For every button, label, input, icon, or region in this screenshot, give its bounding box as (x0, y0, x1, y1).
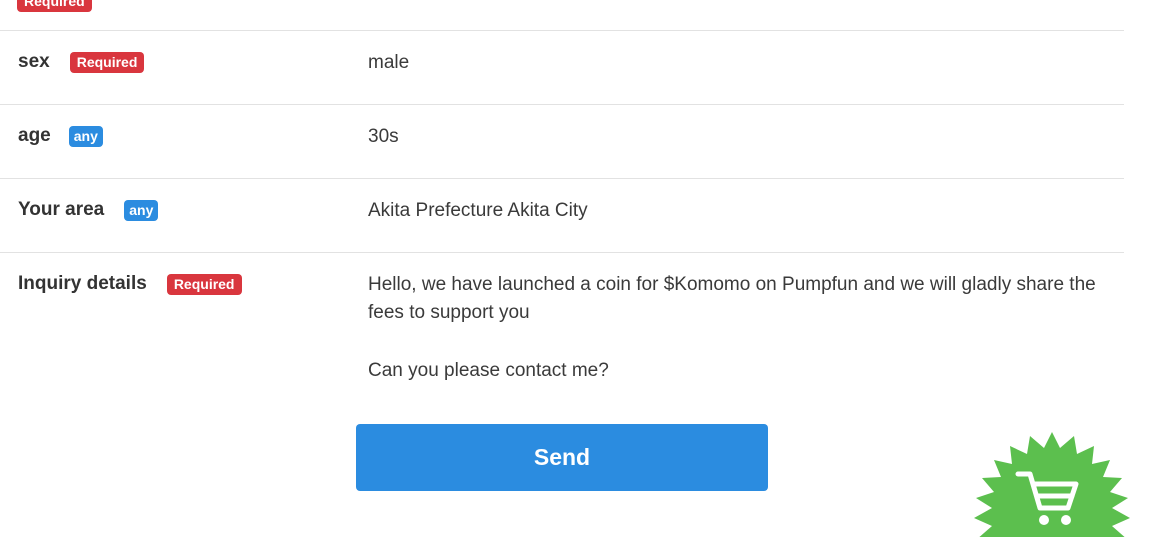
form-row-area: Your area any Akita Prefecture Akita City (0, 178, 1124, 253)
optional-badge: any (124, 199, 159, 221)
shopping-cart-icon (974, 432, 1130, 537)
field-label-age: age any (18, 125, 103, 147)
required-badge: Required (69, 51, 145, 73)
optional-badge: any (68, 125, 103, 147)
send-button[interactable]: Send (356, 424, 768, 491)
contact-form-page: Required sex Required male age any 30s You… (0, 0, 1156, 537)
label-text: age (18, 125, 51, 146)
field-value-inquiry: Hello, we have launched a coin for $Komo… (368, 271, 1108, 385)
floating-cart-button[interactable] (952, 430, 1152, 537)
required-badge: Required (166, 273, 242, 295)
field-value-area: Akita Prefecture Akita City (368, 200, 588, 221)
form-row-sex: sex Required male (0, 30, 1124, 105)
field-value-sex: male (368, 52, 410, 73)
field-value-age: 30s (368, 126, 399, 147)
field-label-area: Your area any (18, 199, 159, 221)
form-row-inquiry: Inquiry details Required Hello, we have l… (0, 252, 1124, 413)
label-text: Your area (18, 199, 105, 220)
form-row-age: age any 30s (0, 104, 1124, 179)
field-label-sex: sex Required (18, 51, 145, 73)
required-badge: Required (17, 0, 92, 12)
inquiry-paragraph-1: Hello, we have launched a coin for $Komo… (368, 274, 1096, 323)
label-text: Inquiry details (18, 273, 147, 294)
inquiry-paragraph-2: Can you please contact me? (368, 360, 609, 381)
label-text: sex (18, 51, 50, 72)
field-label-inquiry: Inquiry details Required (18, 273, 242, 295)
